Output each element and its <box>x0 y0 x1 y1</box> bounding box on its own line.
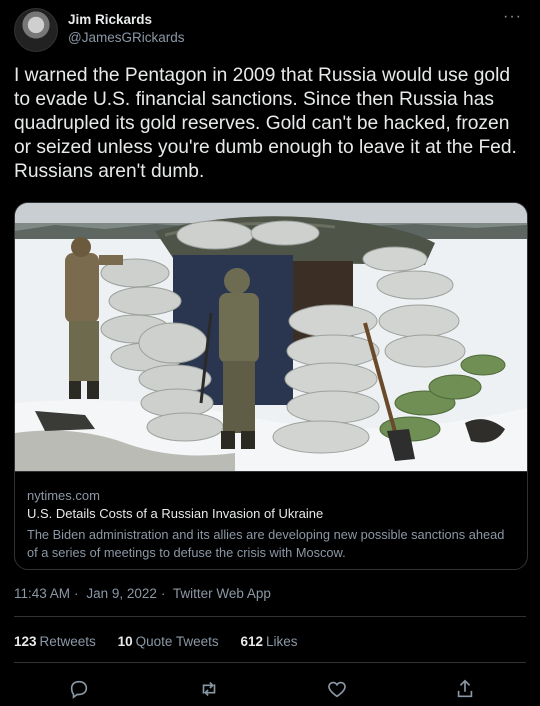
divider <box>14 662 526 663</box>
tweet: Jim Rickards @JamesGRickards ··· I warne… <box>0 0 540 706</box>
quote-tweets-label: Quote Tweets <box>135 634 219 649</box>
retweets-count: 123 <box>14 634 37 649</box>
like-icon[interactable] <box>326 678 348 700</box>
tweet-date[interactable]: Jan 9, 2022 <box>86 586 157 601</box>
card-description: The Biden administration and its allies … <box>27 527 505 560</box>
reply-icon[interactable] <box>68 678 90 700</box>
card-domain: nytimes.com <box>27 488 100 503</box>
tweet-source[interactable]: Twitter Web App <box>173 586 271 601</box>
tweet-stats: 123 Retweets 10 Quote Tweets 612 Likes <box>14 634 315 649</box>
author-name[interactable]: Jim Rickards <box>68 12 152 27</box>
share-icon[interactable] <box>454 678 476 700</box>
link-card[interactable]: nytimes.com U.S. Details Costs of a Russ… <box>14 202 528 570</box>
tweet-header: Jim Rickards @JamesGRickards ··· <box>14 8 526 52</box>
author-handle[interactable]: @JamesGRickards <box>68 30 184 45</box>
retweet-icon[interactable] <box>198 678 220 700</box>
likes-label: Likes <box>265 634 298 649</box>
quote-tweets-count: 10 <box>117 634 133 649</box>
meta-separator: · <box>74 586 79 601</box>
divider <box>14 616 526 617</box>
retweets-stat[interactable]: 123 Retweets <box>14 634 96 649</box>
likes-stat[interactable]: 612 Likes <box>240 634 297 649</box>
likes-count: 612 <box>240 634 263 649</box>
avatar[interactable] <box>14 8 58 52</box>
action-bar <box>0 678 540 702</box>
quote-tweets-stat[interactable]: 10 Quote Tweets <box>118 634 219 649</box>
card-title[interactable]: U.S. Details Costs of a Russian Invasion… <box>27 506 323 521</box>
tweet-meta: 11:43 AM · Jan 9, 2022 · Twitter Web App <box>14 586 275 601</box>
meta-separator: · <box>160 586 166 601</box>
card-image[interactable] <box>15 203 527 471</box>
card-body[interactable]: nytimes.com U.S. Details Costs of a Russ… <box>15 471 527 569</box>
retweets-label: Retweets <box>39 634 96 649</box>
more-icon[interactable]: ··· <box>503 8 522 26</box>
tweet-text: I warned the Pentagon in 2009 that Russi… <box>14 65 517 182</box>
tweet-time[interactable]: 11:43 AM <box>14 586 70 601</box>
